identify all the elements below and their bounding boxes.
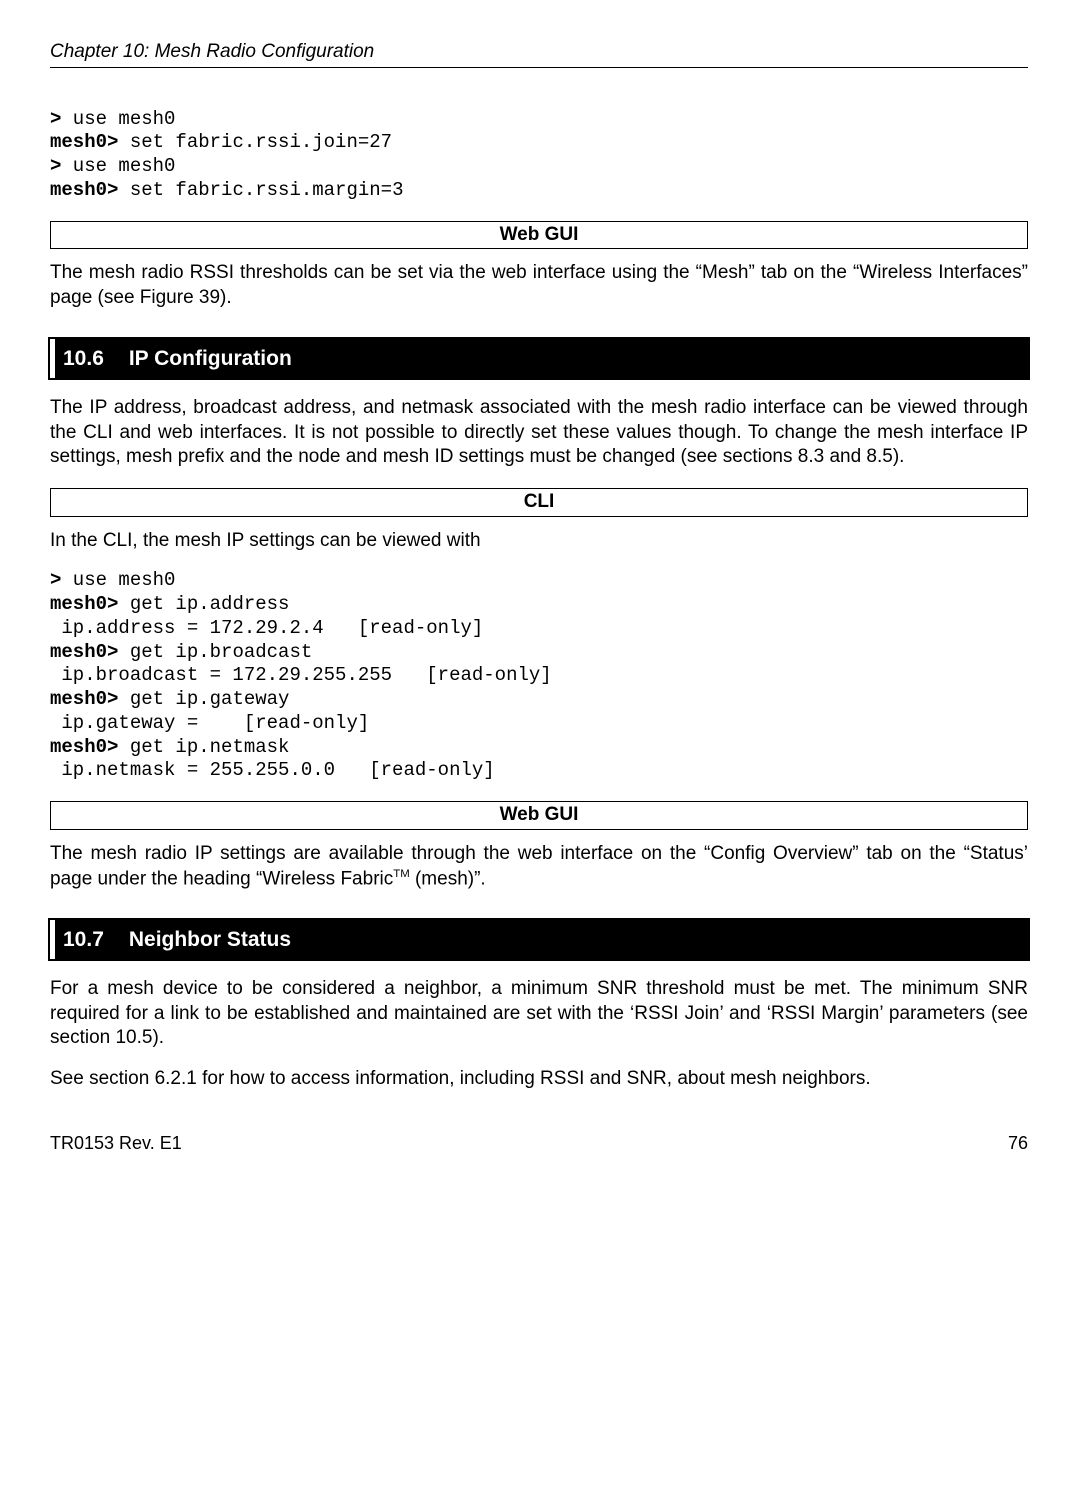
cli-text: get ip.broadcast (118, 641, 312, 663)
paragraph: For a mesh device to be considered a nei… (50, 977, 1028, 1051)
prompt: mesh0> (50, 179, 118, 201)
paragraph: In the CLI, the mesh IP settings can be … (50, 529, 1028, 554)
prompt: > (50, 569, 61, 591)
prompt: mesh0> (50, 736, 118, 758)
cli-text: get ip.gateway (118, 688, 289, 710)
cli-text: set fabric.rssi.join=27 (118, 131, 392, 153)
section-title: Neighbor Status (129, 928, 291, 951)
web-gui-header-2: Web GUI (50, 801, 1028, 830)
cli-text: get ip.address (118, 593, 289, 615)
paragraph: See section 6.2.1 for how to access info… (50, 1067, 1028, 1092)
prompt: mesh0> (50, 131, 118, 153)
text-part: (mesh)”. (410, 868, 486, 889)
cli-text: use mesh0 (61, 108, 175, 130)
cli-output: ip.address = 172.29.2.4 [read-only] (50, 617, 483, 639)
cli-text: set fabric.rssi.margin=3 (118, 179, 403, 201)
page-footer: TR0153 Rev. E1 76 (50, 1132, 1028, 1155)
prompt: mesh0> (50, 593, 118, 615)
cli-block-1: > use mesh0 mesh0> set fabric.rssi.join=… (50, 108, 1028, 203)
cli-text: use mesh0 (61, 569, 175, 591)
section-number: 10.6 (63, 345, 123, 372)
section-heading-10-7: 10.7 Neighbor Status (50, 920, 1028, 959)
footer-page-number: 76 (1008, 1132, 1028, 1155)
section-heading-10-6: 10.6 IP Configuration (50, 339, 1028, 378)
cli-block-2: > use mesh0 mesh0> get ip.address ip.add… (50, 569, 1028, 783)
section-number: 10.7 (63, 926, 123, 953)
paragraph: The mesh radio IP settings are available… (50, 842, 1028, 892)
cli-output: ip.netmask = 255.255.0.0 [read-only] (50, 759, 495, 781)
text-part: The mesh radio IP settings are available… (50, 843, 1028, 889)
footer-doc-id: TR0153 Rev. E1 (50, 1132, 182, 1155)
header-rule (50, 67, 1028, 68)
paragraph: The IP address, broadcast address, and n… (50, 396, 1028, 470)
prompt: mesh0> (50, 641, 118, 663)
cli-text: get ip.netmask (118, 736, 289, 758)
chapter-header: Chapter 10: Mesh Radio Configuration (50, 40, 1028, 65)
cli-header: CLI (50, 488, 1028, 517)
web-gui-header-1: Web GUI (50, 221, 1028, 250)
cli-text: use mesh0 (61, 155, 175, 177)
prompt: mesh0> (50, 688, 118, 710)
trademark-symbol: TM (393, 868, 409, 880)
cli-output: ip.broadcast = 172.29.255.255 [read-only… (50, 664, 552, 686)
prompt: > (50, 155, 61, 177)
prompt: > (50, 108, 61, 130)
section-title: IP Configuration (129, 347, 292, 370)
cli-output: ip.gateway = [read-only] (50, 712, 369, 734)
paragraph: The mesh radio RSSI thresholds can be se… (50, 261, 1028, 310)
